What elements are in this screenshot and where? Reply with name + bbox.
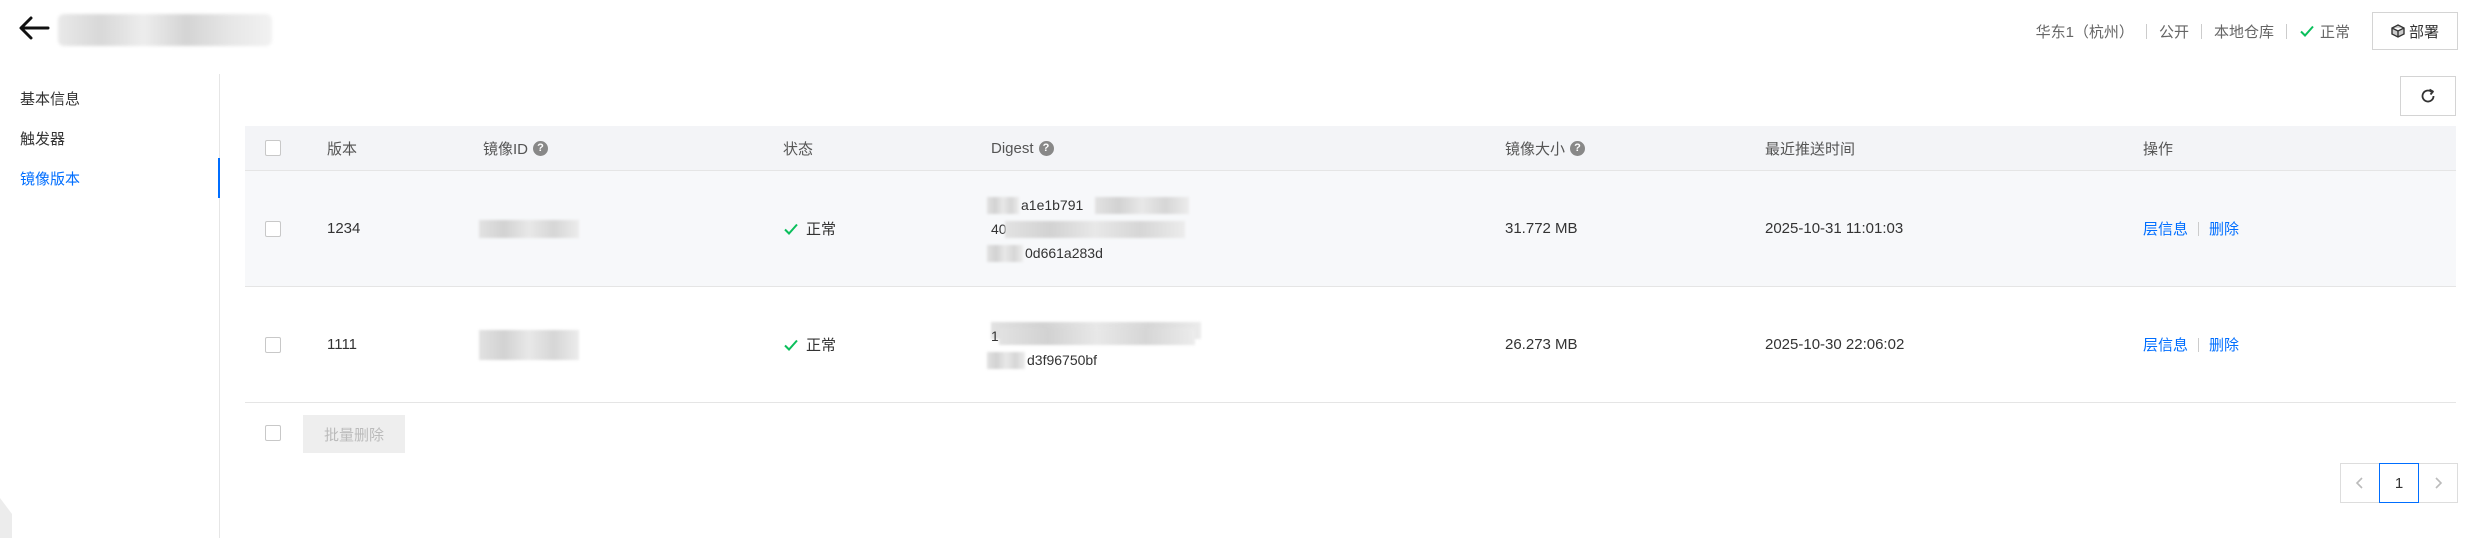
digest-line: a1e1b791 (987, 196, 1189, 214)
table-row: 1111 正常 1 d3f96750bf 26.273 MB 2025-10-3… (245, 287, 2456, 403)
col-digest-label: Digest (991, 139, 1034, 157)
digest-line: 1 (991, 327, 1195, 345)
divider (2200, 23, 2202, 39)
sidebar: 基本信息 触发器 镜像版本 (0, 74, 220, 538)
divider (2285, 23, 2287, 39)
chevron-left-icon (2355, 477, 2363, 489)
digest-cell: a1e1b791 40 0d661a283d (987, 171, 1189, 286)
delete-link[interactable]: 删除 (2209, 334, 2239, 355)
layer-info-link[interactable]: 层信息 (2143, 334, 2188, 355)
deploy-button[interactable]: 部署 (2371, 12, 2458, 50)
sidebar-active-indicator (218, 158, 220, 198)
col-digest: Digest? (991, 126, 1054, 170)
image-id-redacted (479, 219, 579, 238)
refresh-button[interactable] (2400, 76, 2456, 116)
row-checkbox[interactable] (265, 220, 281, 237)
cube-icon (2391, 24, 2405, 38)
sidebar-item-image-versions[interactable]: 镜像版本 (20, 168, 80, 189)
image-versions-table: 版本 镜像ID? 状态 Digest? 镜像大小? 最近推送时间 操作 1234… (245, 126, 2456, 403)
image-id-cell (479, 171, 579, 286)
help-icon[interactable]: ? (533, 140, 549, 156)
region-text: 华东1（杭州） (2035, 23, 2134, 41)
size-cell: 26.273 MB (1505, 336, 1578, 353)
col-size-label: 镜像大小 (1505, 140, 1566, 158)
repo-type-text: 本地仓库 (2213, 23, 2274, 41)
prev-page-button[interactable] (2340, 463, 2380, 503)
delete-link[interactable]: 删除 (2209, 218, 2239, 239)
status-text: 正常 (806, 337, 837, 354)
size-cell: 31.772 MB (1505, 220, 1578, 237)
refresh-icon (2421, 88, 2435, 103)
check-icon (2300, 25, 2314, 37)
header-meta: 华东1（杭州） 公开 本地仓库 正常 部署 (2036, 12, 2458, 50)
sidebar-item-basic-info[interactable]: 基本信息 (20, 88, 80, 109)
pushed-at-cell: 2025-10-31 11:01:03 (1765, 220, 1904, 237)
repo-status-text: 正常 (2319, 23, 2350, 41)
col-pushed-at: 最近推送时间 (1765, 140, 1856, 158)
image-id-cell (479, 287, 579, 402)
actions-cell: 层信息 删除 (2143, 171, 2239, 286)
divider (2145, 23, 2147, 39)
status-cell: 正常 (783, 287, 836, 402)
visibility-text: 公开 (2158, 23, 2189, 41)
chevron-right-icon (2435, 477, 2443, 489)
digest-line: 40 (991, 220, 1185, 238)
status-text: 正常 (806, 221, 837, 238)
digest-line: 0d661a283d (987, 244, 1103, 262)
digest-cell: 1 d3f96750bf (987, 287, 1201, 402)
table-header: 版本 镜像ID? 状态 Digest? 镜像大小? 最近推送时间 操作 (245, 126, 2456, 171)
bulk-delete-button[interactable]: 批量删除 (303, 415, 405, 453)
col-image-id: 镜像ID? (483, 126, 549, 170)
layer-info-link[interactable]: 层信息 (2143, 218, 2188, 239)
pushed-at-cell: 2025-10-30 22:06:02 (1765, 336, 1905, 353)
page-number-button[interactable]: 1 (2379, 463, 2419, 503)
status-cell: 正常 (783, 171, 836, 286)
divider (2198, 221, 2200, 236)
digest-line: d3f96750bf (987, 351, 1097, 369)
check-icon (784, 339, 798, 351)
select-all-checkbox[interactable] (265, 140, 281, 156)
version-cell: 1111 (327, 336, 358, 353)
col-image-id-label: 镜像ID (483, 140, 529, 158)
divider (2198, 337, 2200, 352)
repo-status: 正常 (2299, 21, 2350, 42)
image-id-redacted (479, 329, 579, 360)
next-page-button[interactable] (2418, 463, 2458, 503)
table-row: 1234 正常 a1e1b791 40 0d661a283d 31.772 MB… (245, 171, 2456, 287)
back-arrow-icon[interactable] (16, 14, 52, 42)
page-title (58, 14, 272, 46)
row-checkbox[interactable] (265, 336, 281, 353)
version-cell: 1234 (327, 220, 361, 237)
help-icon[interactable]: ? (1038, 140, 1054, 156)
bulk-select-checkbox[interactable] (265, 425, 281, 441)
deploy-label: 部署 (2408, 23, 2439, 41)
sidebar-item-triggers[interactable]: 触发器 (20, 128, 65, 149)
col-version: 版本 (327, 140, 358, 158)
actions-cell: 层信息 删除 (2143, 287, 2239, 402)
col-status: 状态 (783, 140, 814, 158)
check-icon (784, 223, 798, 235)
col-actions: 操作 (2143, 140, 2174, 158)
col-size: 镜像大小? (1505, 126, 1586, 170)
help-icon[interactable]: ? (1570, 140, 1586, 156)
pagination: 1 (2340, 463, 2458, 503)
